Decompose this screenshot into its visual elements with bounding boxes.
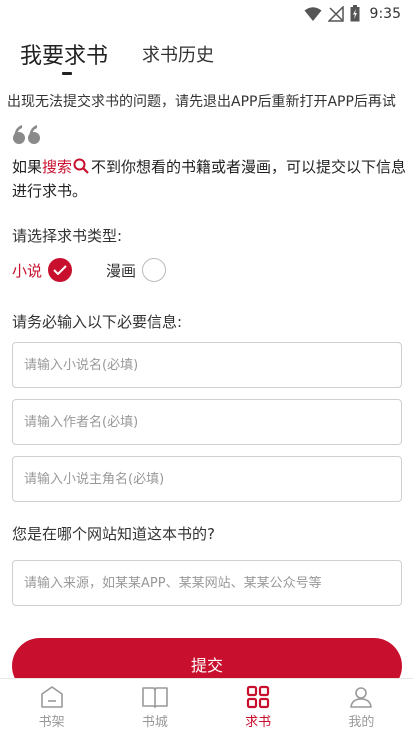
- nav-item-bookshelf[interactable]: 书架: [0, 679, 103, 734]
- status-time: 9:35: [369, 5, 401, 22]
- notice-marquee: 出现无法提交求书的问题，请先退出APP后重新打开APP后再试: [0, 90, 413, 112]
- quote-icon: [13, 125, 40, 144]
- source-field: [12, 560, 402, 606]
- required-info-label: 请务必输入以下必要信息:: [12, 313, 183, 331]
- status-bar: 9:35: [0, 0, 413, 28]
- nav-item-book-store[interactable]: 书城: [103, 679, 206, 734]
- status-icons: 9:35: [304, 5, 401, 22]
- nav-item-profile[interactable]: 我的: [310, 679, 413, 734]
- notice-text: 出现无法提交求书的问题，请先退出APP后重新打开APP后再试: [7, 94, 396, 110]
- search-link[interactable]: 搜索: [42, 158, 72, 176]
- novel-name-input[interactable]: [13, 343, 401, 387]
- wifi-icon: [304, 6, 322, 21]
- author-name-field: [12, 399, 402, 445]
- source-input[interactable]: [13, 561, 401, 605]
- signal-icon: [327, 5, 344, 22]
- bookshelf-icon: [40, 686, 63, 708]
- nav-label-request-book: 求书: [245, 715, 272, 730]
- type-option-comic-label: 漫画: [106, 261, 137, 280]
- search-icon[interactable]: [73, 158, 89, 174]
- author-name-input[interactable]: [13, 400, 401, 444]
- intro-prefix: 如果: [12, 158, 43, 176]
- nav-label-book-store: 书城: [141, 715, 168, 730]
- tab-request-book[interactable]: 我要求书: [20, 38, 108, 70]
- bottom-nav: 书架 书城 求书 我的: [0, 678, 413, 734]
- tab-request-history[interactable]: 求书历史: [142, 41, 214, 67]
- top-tabs: 我要求书 求书历史: [0, 34, 413, 80]
- type-option-novel[interactable]: 小说: [12, 258, 73, 282]
- nav-label-profile: 我的: [348, 715, 375, 730]
- novel-name-field: [12, 342, 402, 388]
- tab-indicator: [62, 72, 72, 75]
- protagonist-name-input[interactable]: [13, 457, 401, 501]
- nav-item-request-book[interactable]: 求书: [207, 679, 310, 734]
- book-store-icon: [142, 687, 168, 708]
- request-book-icon: [247, 685, 270, 709]
- radio-empty-icon[interactable]: [142, 258, 167, 282]
- battery-icon: [350, 5, 360, 22]
- type-option-novel-label: 小说: [12, 261, 43, 280]
- protagonist-name-field: [12, 456, 402, 502]
- checkmark-icon[interactable]: [48, 258, 73, 282]
- type-label: 请选择求书类型:: [12, 227, 123, 245]
- type-radio-group: 小说 漫画: [12, 258, 167, 282]
- source-label: 您是在哪个网站知道这本书的?: [12, 525, 215, 543]
- intro-text: 如果搜索 不到你想看的书籍或者漫画，可以提交以下信息进行求书。: [12, 155, 407, 203]
- type-option-comic[interactable]: 漫画: [106, 258, 167, 282]
- nav-label-bookshelf: 书架: [38, 715, 65, 730]
- profile-icon: [350, 687, 373, 708]
